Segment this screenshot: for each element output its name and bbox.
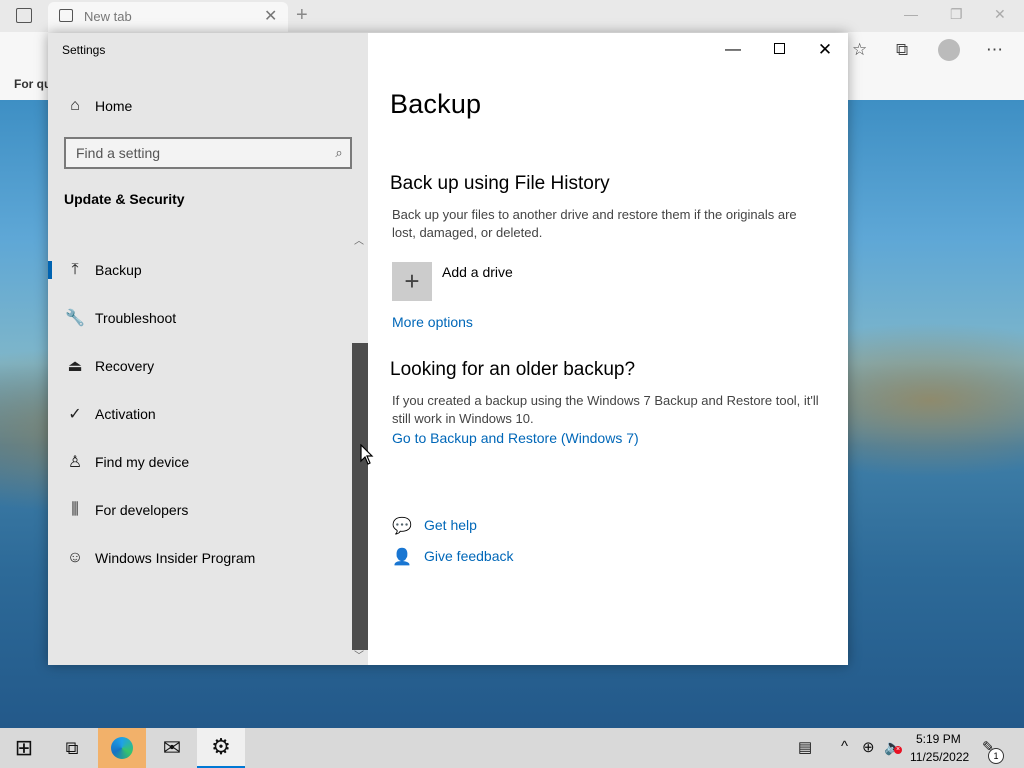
network-globe-icon[interactable]: ⊕: [862, 738, 875, 756]
favorites-bar-text: For qu: [14, 77, 52, 91]
developer-tools-icon: ⫼: [71, 501, 79, 518]
browser-close-button[interactable]: ✕: [994, 6, 1006, 23]
more-options-link[interactable]: More options: [392, 314, 473, 330]
wrench-icon: 🔧: [65, 310, 85, 327]
sidebar-item-label: Windows Insider Program: [95, 550, 256, 566]
sidebar-item-troubleshoot[interactable]: 🔧 Troubleshoot: [48, 298, 352, 338]
sidebar-item-label: Find my device: [95, 454, 190, 470]
sidebar-item-label: For developers: [95, 502, 189, 518]
task-view-button[interactable]: ⧉: [48, 728, 96, 768]
search-input[interactable]: [66, 144, 328, 162]
backup-arrow-icon: ⤒: [71, 261, 79, 278]
close-button[interactable]: ✕: [810, 37, 840, 63]
news-widget-icon[interactable]: ▤: [798, 738, 812, 756]
browser-minimize-button[interactable]: —: [904, 6, 918, 22]
scroll-up-icon[interactable]: ︿: [354, 232, 364, 247]
settings-taskbar-button[interactable]: ⚙: [197, 728, 245, 768]
home-icon: ⌂: [70, 97, 80, 114]
add-drive-button[interactable]: +: [392, 262, 432, 301]
sidebar-item-label: Activation: [95, 406, 156, 422]
plus-icon: +: [404, 266, 420, 296]
new-tab-favicon-icon: [59, 9, 73, 22]
profile-avatar[interactable]: [938, 39, 960, 61]
recovery-icon: ⏏: [67, 358, 83, 375]
give-feedback-link[interactable]: Give feedback: [424, 548, 514, 564]
sidebar-item-activation[interactable]: ✓ Activation: [48, 394, 352, 434]
add-drive-label[interactable]: Add a drive: [442, 264, 513, 280]
older-backup-description: If you created a backup using the Window…: [392, 393, 819, 426]
nav-home-label: Home: [95, 98, 133, 114]
sidebar-item-recovery[interactable]: ⏏ Recovery: [48, 346, 352, 386]
tab-close-icon[interactable]: ✕: [264, 6, 277, 26]
person-pin-icon: ♙: [67, 454, 83, 471]
check-circle-icon: ✓: [68, 406, 82, 423]
window-title: Settings: [62, 43, 106, 57]
search-icon[interactable]: ⌕: [328, 145, 350, 161]
show-hidden-icons-chevron-icon[interactable]: ^: [841, 738, 848, 755]
mail-taskbar-button[interactable]: ✉: [148, 728, 196, 768]
edge-logo-icon: [111, 737, 133, 759]
sidebar-item-windows-insider[interactable]: ☺ Windows Insider Program: [48, 538, 352, 578]
volume-muted-badge: ×: [894, 746, 902, 754]
sidebar-item-label: Recovery: [95, 358, 155, 374]
search-box[interactable]: ⌕: [64, 137, 352, 169]
windows-logo-icon: ⊞: [14, 735, 34, 760]
insider-cat-icon: ☺: [66, 549, 84, 566]
sidebar-item-label: Backup: [95, 262, 142, 278]
notification-count-badge: 1: [988, 748, 1004, 764]
scroll-down-icon[interactable]: ﹀: [354, 647, 364, 662]
sidebar-item-label: Troubleshoot: [95, 310, 177, 326]
sidebar-item-backup[interactable]: ⤒ Backup: [48, 250, 352, 290]
clock-time[interactable]: 5:19 PM: [916, 732, 961, 746]
page-title: Backup: [390, 89, 482, 119]
sidebar-item-find-my-device[interactable]: ♙ Find my device: [48, 442, 352, 482]
older-backup-heading: Looking for an older backup?: [390, 359, 636, 380]
scrollbar-thumb[interactable]: [352, 343, 368, 650]
browser-restore-button[interactable]: ❐: [950, 6, 963, 23]
collections-icon[interactable]: ⧉: [896, 40, 908, 60]
maximize-icon: [774, 43, 785, 54]
sidebar-item-for-developers[interactable]: ⫼ For developers: [48, 490, 352, 530]
new-tab-button[interactable]: +: [296, 4, 308, 27]
backup-restore-link[interactable]: Go to Backup and Restore (Windows 7): [392, 430, 639, 446]
start-button[interactable]: ⊞: [0, 728, 48, 768]
settings-window: Settings ⌂ Home ⌕ Update & Security ⤒ Ba…: [48, 33, 848, 665]
feedback-person-icon: 👤: [392, 549, 412, 566]
file-history-heading: Back up using File History: [390, 173, 610, 194]
section-title: Update & Security: [64, 191, 185, 207]
minimize-button[interactable]: —: [718, 37, 748, 63]
clock-date[interactable]: 11/25/2022: [910, 750, 969, 764]
browser-tab-title: New tab: [84, 9, 132, 24]
get-help-link[interactable]: Get help: [424, 517, 477, 533]
more-menu-icon[interactable]: ⋯: [986, 40, 1003, 60]
gear-icon: ⚙: [211, 734, 231, 759]
maximize-button[interactable]: [764, 37, 794, 63]
tab-actions-icon[interactable]: [16, 8, 32, 23]
favorite-star-icon[interactable]: ☆: [852, 40, 867, 60]
mail-icon: ✉: [162, 735, 182, 760]
help-chat-icon: 💬: [392, 518, 412, 535]
task-view-icon: ⧉: [65, 737, 79, 758]
mouse-cursor-icon: [360, 444, 374, 465]
file-history-description: Back up your files to another drive and …: [392, 207, 797, 240]
edge-taskbar-button[interactable]: [98, 728, 146, 768]
nav-home[interactable]: ⌂ Home: [48, 86, 352, 126]
